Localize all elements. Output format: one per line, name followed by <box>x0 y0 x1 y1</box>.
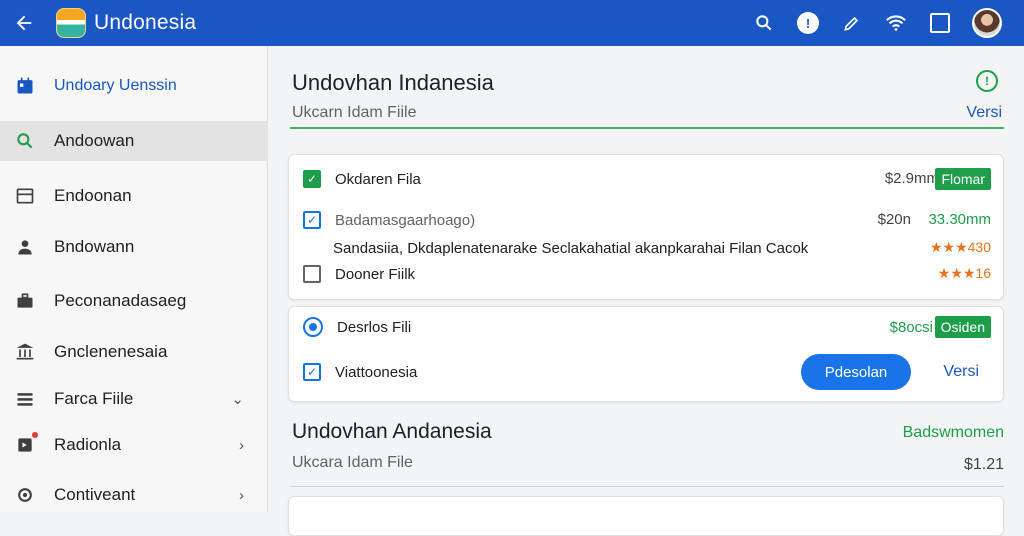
radio-selected[interactable] <box>303 317 323 337</box>
file-list-card: ✓ Okdaren Fila $2.9mm Flomar ✓ Badamasga… <box>288 154 1004 300</box>
file-description: Sandasiia, Dkdaplenatenarake Seclakahati… <box>333 236 989 260</box>
chevron-right-icon: › <box>239 486 244 504</box>
option-price: $8ocsi <box>889 319 933 336</box>
version-link[interactable]: Versi <box>966 104 1002 122</box>
section-divider <box>290 486 1004 487</box>
bank-icon <box>14 341 36 363</box>
list-icon <box>14 185 36 207</box>
option-name: Desrlos Fili <box>337 318 412 336</box>
sidebar-item-menu[interactable]: Farca Fiile ⌄ <box>0 379 268 419</box>
search-icon[interactable] <box>752 11 776 35</box>
wifi-icon[interactable] <box>884 11 908 35</box>
sidebar-item-search[interactable]: Andoowan <box>0 121 268 161</box>
status-badge: Osiden <box>934 316 991 338</box>
file-size: 33.30mm <box>928 211 991 228</box>
sidebar-item-label: Radionla <box>54 435 122 454</box>
status-badge: Flomar <box>935 168 991 190</box>
sidebar-item-list[interactable]: Endoonan <box>0 176 268 216</box>
search-icon <box>14 130 36 152</box>
file-name: Badamasgaarhoago) <box>335 211 476 229</box>
section-price: $1.21 <box>963 456 1004 473</box>
page-subtitle: Ukcarn Idam Fiile <box>292 104 417 121</box>
primary-button[interactable]: Pdesolan <box>801 354 911 390</box>
sidebar-item-label: Peconanadasaeg <box>54 291 187 310</box>
next-card <box>288 496 1004 536</box>
menu-icon <box>14 388 36 410</box>
main-content: Undovhan Indanesia Ukcarn Idam Fiile ! V… <box>268 46 1024 536</box>
briefcase-icon <box>14 290 36 312</box>
version-link[interactable]: Versi <box>943 363 979 381</box>
appbar-actions: ! <box>752 0 1002 46</box>
back-arrow-icon[interactable] <box>0 0 48 46</box>
option-name: Viattoonesia <box>335 363 418 381</box>
notification-icon <box>14 432 38 456</box>
section-title: Undovhan Andanesia <box>292 420 492 443</box>
rating: ★★★430 <box>929 239 991 255</box>
header-divider <box>290 127 1004 129</box>
sidebar-item-calendar[interactable]: Undoary Uenssin <box>0 66 268 106</box>
sidebar-item-label: Endoonan <box>54 186 132 205</box>
checkbox-checked[interactable]: ✓ <box>303 363 321 381</box>
sidebar-item-person[interactable]: Bndowann <box>0 227 268 267</box>
person-icon <box>14 236 36 258</box>
info-icon[interactable]: ! <box>976 70 998 92</box>
sidebar-item-bank[interactable]: Gnclenenesaia <box>0 332 268 372</box>
sidebar-item-label: Farca Fiile <box>54 389 134 408</box>
file-price: $2.9mm <box>884 170 939 187</box>
sidebar-item-label: Gnclenenesaia <box>54 342 168 361</box>
list-item: Desrlos Fili <box>303 315 989 339</box>
settings-icon <box>14 484 36 506</box>
avatar[interactable] <box>972 8 1002 38</box>
window-icon[interactable] <box>928 11 952 35</box>
chevron-down-icon: ⌄ <box>231 391 244 408</box>
app-bar: Undonesia ! <box>0 0 1024 46</box>
file-name: Okdaren Fila <box>335 170 421 188</box>
section-subtitle: Ukcara Idam File <box>292 454 413 471</box>
checkbox-unchecked[interactable] <box>303 265 321 283</box>
app-logo-icon <box>56 8 86 38</box>
page-title: Undovhan Indanesia <box>292 70 494 95</box>
option-card: Desrlos Fili $8ocsi Osiden ✓ Viattoonesi… <box>288 306 1004 402</box>
section-status: Badswmomen <box>902 424 1004 441</box>
rating: ★★★16 <box>937 265 991 281</box>
checkbox-checked[interactable]: ✓ <box>303 170 321 188</box>
app-title: Undonesia <box>94 11 197 34</box>
description-text: Sandasiia, Dkdaplenatenarake Seclakahati… <box>333 239 809 257</box>
sidebar-item-notification[interactable]: Radionla › <box>0 425 268 465</box>
chevron-right-icon: › <box>239 436 244 454</box>
sidebar: Undoary Uenssin Andoowan Endoonan Bndowa… <box>0 46 268 512</box>
help-icon[interactable]: ! <box>796 11 820 35</box>
sidebar-item-briefcase[interactable]: Peconanadasaeg <box>0 281 268 321</box>
calendar-icon <box>14 75 36 97</box>
checkbox-checked[interactable]: ✓ <box>303 211 321 229</box>
edit-icon[interactable] <box>840 11 864 35</box>
file-name: Dooner Fiilk <box>335 265 416 283</box>
sidebar-item-label: Contiveant <box>54 485 136 504</box>
sidebar-item-label: Andoowan <box>54 131 135 150</box>
sidebar-item-label: Undoary Uenssin <box>54 77 177 94</box>
sidebar-item-settings[interactable]: Contiveant › <box>0 475 268 515</box>
file-price: $20n <box>877 211 911 228</box>
sidebar-item-label: Bndowann <box>54 237 135 256</box>
list-item: Dooner Fiilk <box>303 262 989 286</box>
